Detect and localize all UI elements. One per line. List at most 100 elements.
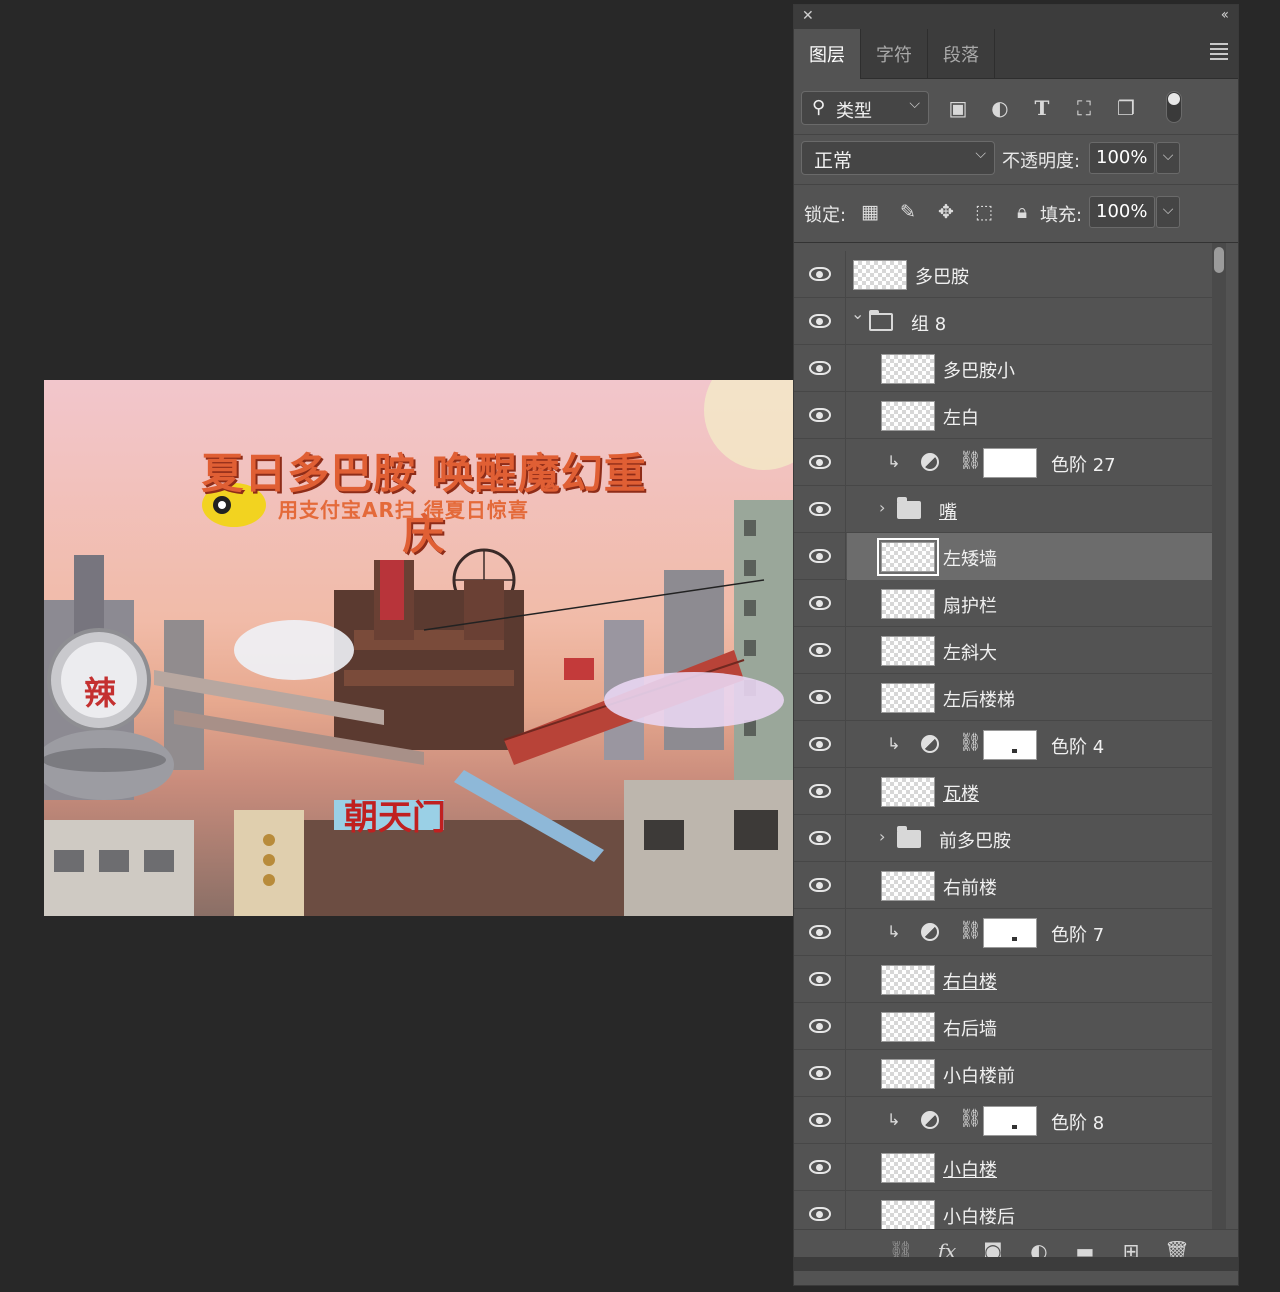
- fill-field[interactable]: 100%: [1089, 196, 1155, 228]
- visibility-toggle[interactable]: [794, 345, 846, 392]
- layer-row[interactable]: 右后墙: [794, 1003, 1212, 1050]
- layer-thumbnail[interactable]: [881, 636, 935, 666]
- layer-thumbnail[interactable]: [881, 1200, 935, 1230]
- levels-adjustment-icon[interactable]: [921, 1111, 939, 1129]
- layer-name[interactable]: 色阶 7: [1051, 921, 1104, 947]
- levels-adjustment-icon[interactable]: [921, 735, 939, 753]
- opacity-dropdown[interactable]: ⌵: [1156, 142, 1180, 174]
- scrollbar-thumb[interactable]: [1214, 247, 1224, 273]
- layer-row[interactable]: 扇护栏: [794, 580, 1212, 627]
- layer-row[interactable]: 左斜大: [794, 627, 1212, 674]
- layer-row[interactable]: ↳ ⛓ 色阶 27: [794, 439, 1212, 486]
- layer-name[interactable]: 小白楼前: [943, 1062, 1015, 1088]
- layer-body[interactable]: 小白楼: [847, 1144, 1212, 1191]
- layer-body[interactable]: 右后墙: [847, 1003, 1212, 1050]
- layer-row[interactable]: ↳ ⛓ 色阶 7: [794, 909, 1212, 956]
- visibility-toggle[interactable]: [794, 251, 846, 298]
- chevron-right-icon[interactable]: ›: [879, 827, 885, 846]
- visibility-toggle[interactable]: [794, 486, 846, 533]
- layer-row[interactable]: ↳ ⛓ 色阶 8: [794, 1097, 1212, 1144]
- close-icon[interactable]: ✕: [802, 8, 814, 24]
- layer-thumbnail[interactable]: [881, 1059, 935, 1089]
- layer-name[interactable]: 瓦楼: [943, 780, 979, 806]
- layer-body[interactable]: 小白楼后: [847, 1191, 1212, 1231]
- layer-body[interactable]: 小白楼前: [847, 1050, 1212, 1097]
- visibility-toggle[interactable]: [794, 862, 846, 909]
- lock-position-icon[interactable]: ✥: [932, 199, 960, 225]
- layer-name[interactable]: 小白楼后: [943, 1203, 1015, 1229]
- layer-mask-thumbnail[interactable]: [983, 918, 1037, 948]
- layer-body[interactable]: 右白楼: [847, 956, 1212, 1003]
- tab-character[interactable]: 字符: [861, 29, 928, 79]
- layer-thumbnail[interactable]: [881, 589, 935, 619]
- layer-row[interactable]: 右前楼: [794, 862, 1212, 909]
- layer-name[interactable]: 右前楼: [943, 874, 997, 900]
- layer-mask-thumbnail[interactable]: [983, 1106, 1037, 1136]
- opacity-field[interactable]: 100%: [1089, 142, 1155, 174]
- layer-name[interactable]: 色阶 8: [1051, 1109, 1104, 1135]
- layer-body[interactable]: 右前楼: [847, 862, 1212, 909]
- layer-row[interactable]: 左后楼梯: [794, 674, 1212, 721]
- visibility-toggle[interactable]: [794, 956, 846, 1003]
- layer-body[interactable]: 左白: [847, 392, 1212, 439]
- visibility-toggle[interactable]: [794, 392, 846, 439]
- layer-body[interactable]: ↳ ⛓ 色阶 27: [847, 439, 1212, 486]
- layer-filter-select[interactable]: ⚲ 类型 ⌵: [801, 91, 929, 125]
- layer-name[interactable]: 左斜大: [943, 639, 997, 665]
- layer-row[interactable]: 小白楼: [794, 1144, 1212, 1191]
- layer-name[interactable]: 扇护栏: [943, 592, 997, 618]
- layer-thumbnail[interactable]: [881, 401, 935, 431]
- layer-body[interactable]: 扇护栏: [847, 580, 1212, 627]
- layer-name[interactable]: 左后楼梯: [943, 686, 1015, 712]
- visibility-toggle[interactable]: [794, 627, 846, 674]
- adjustment-filter-icon[interactable]: ◐: [986, 95, 1014, 121]
- layer-row[interactable]: 瓦楼: [794, 768, 1212, 815]
- layer-thumbnail[interactable]: [877, 538, 939, 576]
- layer-thumbnail[interactable]: [881, 1012, 935, 1042]
- layer-body[interactable]: 左斜大: [847, 627, 1212, 674]
- layer-thumbnail[interactable]: [881, 777, 935, 807]
- layer-body[interactable]: › 前多巴胺: [847, 815, 1212, 862]
- layer-mask-thumbnail[interactable]: [983, 448, 1037, 478]
- visibility-toggle[interactable]: [794, 580, 846, 627]
- blend-mode-select[interactable]: 正常 ⌵: [801, 141, 995, 175]
- visibility-toggle[interactable]: [794, 768, 846, 815]
- layer-name[interactable]: 多巴胺小: [943, 357, 1015, 383]
- layer-name[interactable]: 嘴: [939, 498, 957, 524]
- layer-body[interactable]: 多巴胺: [847, 251, 1212, 298]
- layer-thumbnail[interactable]: [881, 683, 935, 713]
- layer-body[interactable]: ↳ ⛓ 色阶 8: [847, 1097, 1212, 1144]
- visibility-toggle[interactable]: [794, 298, 846, 345]
- tab-paragraph[interactable]: 段落: [928, 29, 995, 79]
- layer-body[interactable]: › 嘴: [847, 486, 1212, 533]
- layer-body[interactable]: 左矮墙: [847, 533, 1212, 580]
- layer-list-scrollbar[interactable]: [1212, 243, 1226, 1231]
- layer-name[interactable]: 多巴胺: [915, 263, 969, 289]
- levels-adjustment-icon[interactable]: [921, 923, 939, 941]
- layer-row[interactable]: 小白楼后: [794, 1191, 1212, 1231]
- visibility-toggle[interactable]: [794, 1097, 846, 1144]
- visibility-toggle[interactable]: [794, 815, 846, 862]
- layer-thumbnail[interactable]: [881, 965, 935, 995]
- visibility-toggle[interactable]: [794, 1191, 846, 1231]
- visibility-toggle[interactable]: [794, 674, 846, 721]
- chevron-right-icon[interactable]: ›: [879, 498, 885, 517]
- lock-artboard-icon[interactable]: ⬚: [970, 199, 998, 225]
- layer-row[interactable]: › 嘴: [794, 486, 1212, 533]
- mask-link-icon[interactable]: ⛓: [959, 1108, 982, 1129]
- tab-layers[interactable]: 图层: [794, 29, 861, 79]
- panel-resize-grip[interactable]: [794, 1257, 1238, 1271]
- panel-menu-icon[interactable]: [1210, 43, 1228, 63]
- filter-toggle[interactable]: [1166, 91, 1182, 123]
- mask-link-icon[interactable]: ⛓: [959, 920, 982, 941]
- smart-object-filter-icon[interactable]: ❐: [1112, 95, 1140, 121]
- layer-body[interactable]: 左后楼梯: [847, 674, 1212, 721]
- layer-row[interactable]: 左白: [794, 392, 1212, 439]
- chevron-down-icon[interactable]: ⌄: [851, 304, 864, 323]
- visibility-toggle[interactable]: [794, 721, 846, 768]
- layer-name[interactable]: 色阶 27: [1051, 451, 1116, 477]
- layer-thumbnail[interactable]: [881, 1153, 935, 1183]
- lock-all-icon[interactable]: 🔒︎: [1008, 199, 1036, 225]
- layer-row[interactable]: ↳ ⛓ 色阶 4: [794, 721, 1212, 768]
- layer-name[interactable]: 右白楼: [943, 968, 997, 994]
